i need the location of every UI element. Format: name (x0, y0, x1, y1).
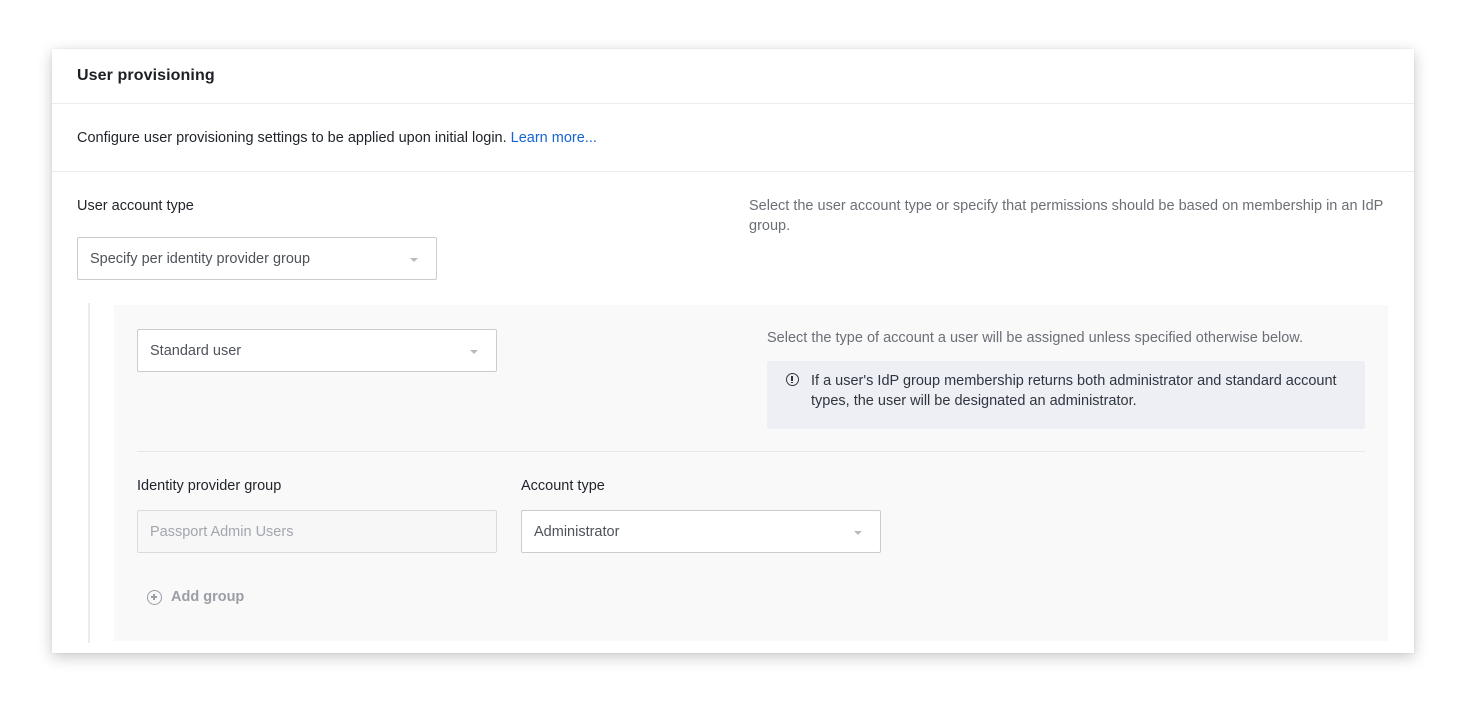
user-account-type-help: Select the user account type or specify … (749, 198, 1384, 234)
callout-text: If a user's IdP group membership returns… (811, 373, 1337, 409)
identity-provider-group-input[interactable] (137, 510, 497, 553)
card-title: User provisioning (77, 67, 215, 84)
user-account-type-label: User account type (77, 198, 194, 214)
nested-indent-rule (88, 303, 90, 643)
admin-precedence-callout: If a user's IdP group membership returns… (767, 361, 1365, 429)
user-account-type-value: Specify per identity provider group (90, 250, 311, 267)
user-account-type-select[interactable]: Specify per identity provider group (77, 237, 437, 280)
chevron-down-icon (470, 349, 478, 354)
card-header: User provisioning (52, 49, 1414, 104)
identity-provider-group-label: Identity provider group (137, 478, 282, 494)
group-account-type-value: Administrator (534, 523, 620, 540)
section-divider (137, 451, 1365, 452)
chevron-down-icon (410, 257, 418, 262)
learn-more-link[interactable]: Learn more... (511, 130, 597, 146)
intro-row: Configure user provisioning settings to … (52, 104, 1414, 172)
add-group-button[interactable]: Add group (147, 589, 244, 605)
default-account-type-select[interactable]: Standard user (137, 329, 497, 372)
account-type-label: Account type (521, 478, 605, 494)
info-icon (786, 373, 799, 386)
chevron-down-icon (854, 530, 862, 535)
default-account-type-help: Select the type of account a user will b… (767, 330, 1304, 346)
plus-circle-icon (147, 589, 162, 605)
add-group-label: Add group (171, 589, 245, 605)
group-account-type-select[interactable]: Administrator (521, 510, 881, 553)
default-account-type-value: Standard user (150, 342, 242, 359)
user-provisioning-card: User provisioning Configure user provisi… (52, 49, 1414, 653)
intro-text: Configure user provisioning settings to … (77, 129, 507, 146)
